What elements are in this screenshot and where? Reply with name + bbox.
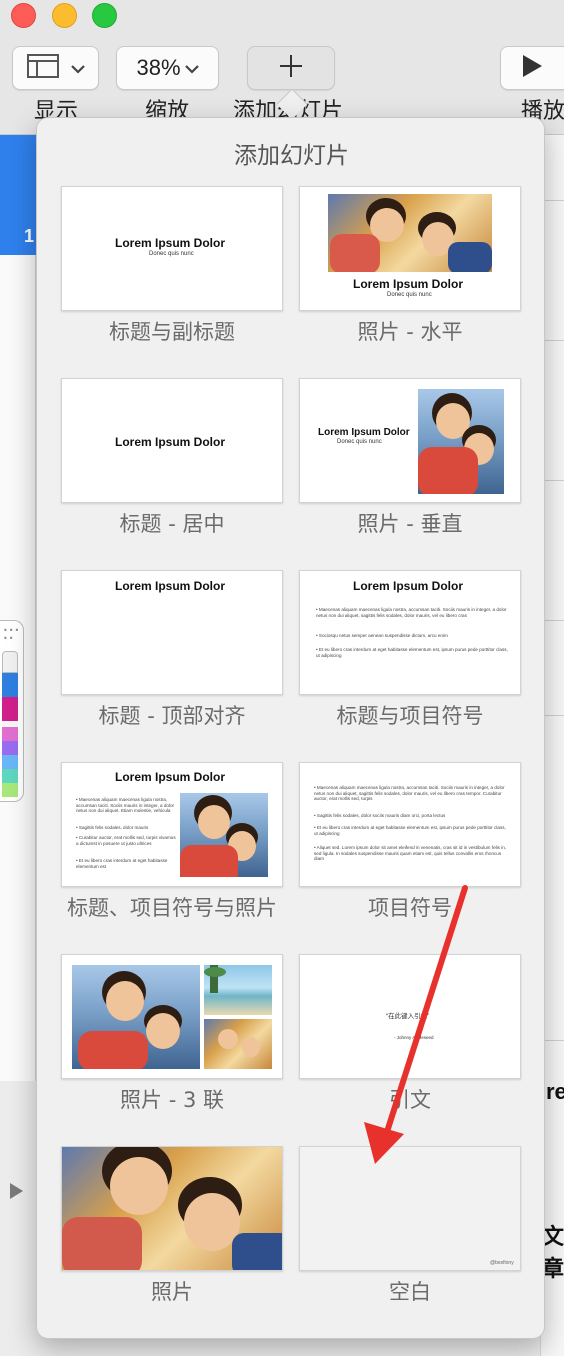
annotation-arrow [364, 885, 468, 1164]
keynote-window: 显示 38% 缩放 添加幻灯片 播放 1 re 文章 [0, 0, 564, 1356]
